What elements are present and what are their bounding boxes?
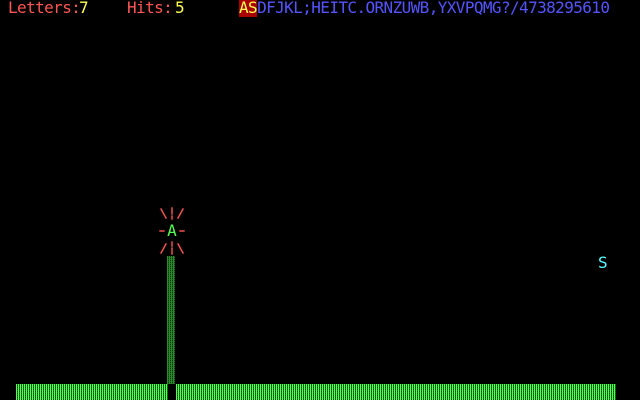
game-screen: Letters: 7 Hits: 5 ASDFJKL;HEITC.ORNZUWB… bbox=[0, 0, 640, 400]
falling-letter: S bbox=[598, 253, 608, 272]
letter-sequence: ASDFJKL;HEITC.ORNZUWB,YXVPQMG?/473829561… bbox=[239, 0, 610, 17]
ground bbox=[16, 384, 616, 400]
cannon-base bbox=[168, 384, 176, 400]
burst-ray bbox=[160, 243, 167, 254]
burst-ray bbox=[177, 208, 184, 219]
hits-label: Hits: bbox=[127, 0, 173, 17]
laser-beam bbox=[167, 256, 175, 400]
burst-ray bbox=[160, 208, 167, 219]
remaining-letters: DFJKL;HEITC.ORNZUWB,YXVPQMG?/4738295610 bbox=[257, 0, 610, 17]
hits-count: 5 bbox=[175, 0, 185, 17]
letters-count: 7 bbox=[79, 0, 89, 17]
hit-letter: A bbox=[167, 221, 177, 240]
burst-ray bbox=[177, 243, 184, 254]
typed-letters: AS bbox=[239, 0, 258, 17]
letters-label: Letters: bbox=[8, 0, 81, 17]
